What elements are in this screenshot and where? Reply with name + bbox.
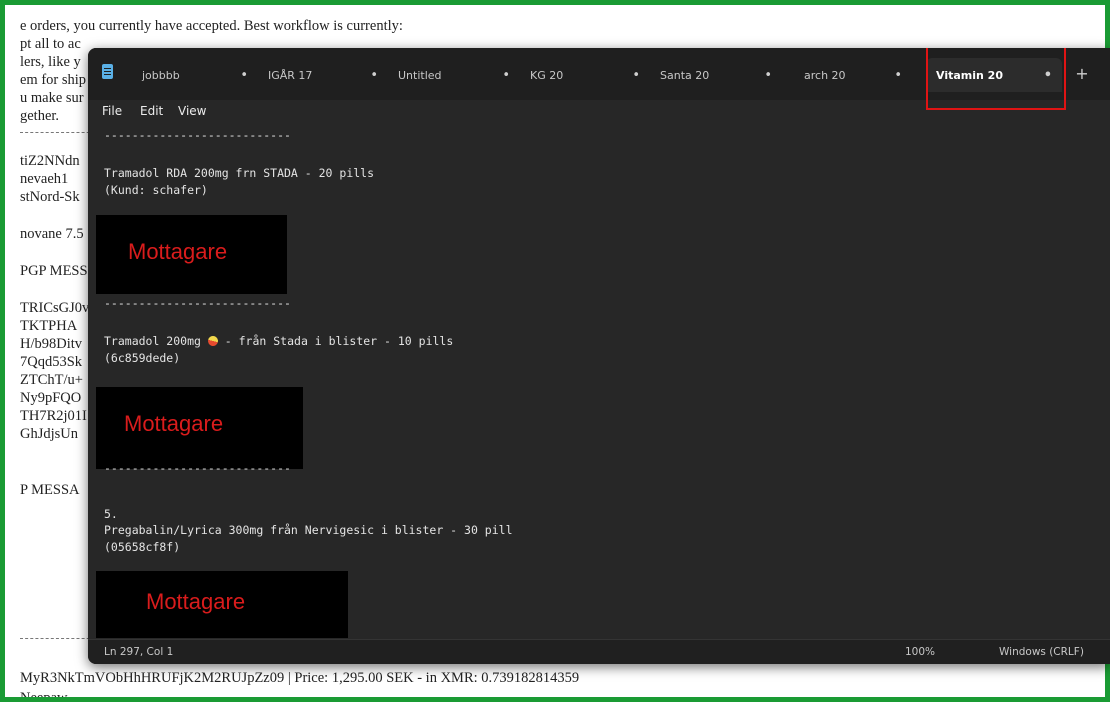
- order-id-line: (6c859dede): [104, 351, 181, 365]
- tab-label: Santa 20: [660, 68, 710, 82]
- background-line: novane 7.5: [20, 226, 84, 242]
- background-line: em for ship: [20, 72, 87, 88]
- menu-edit[interactable]: Edit: [140, 104, 163, 118]
- background-line: e orders, you currently have accepted. B…: [20, 18, 403, 34]
- menu-file[interactable]: File: [102, 104, 122, 118]
- separator-line: ---------------------------: [104, 128, 291, 142]
- background-line: TH7R2j01I: [20, 408, 87, 424]
- redaction-label: Mottagare: [128, 239, 228, 264]
- order-id-line: (05658cf8f): [104, 540, 181, 554]
- redaction-label: Mottagare: [124, 411, 224, 436]
- background-line: Ny9pFQO: [20, 390, 82, 406]
- menu-view[interactable]: View: [178, 104, 206, 118]
- tab-untitled[interactable]: Untitled •: [388, 58, 520, 92]
- unsaved-dot-icon: •: [764, 67, 772, 83]
- tab-label: Untitled: [398, 68, 442, 82]
- background-line: P MESSA: [20, 482, 80, 498]
- redaction-box: Mottagare: [96, 387, 303, 469]
- background-line: TRICsGJ0v: [20, 300, 90, 316]
- unsaved-dot-icon: •: [502, 67, 510, 83]
- tab-arch-20[interactable]: arch 20 •: [782, 58, 912, 92]
- background-line: nevaeh1: [20, 171, 69, 187]
- tab-santa-20[interactable]: Santa 20 •: [650, 58, 782, 92]
- order-text: - från Stada i blister - 10 pills: [217, 334, 454, 348]
- unsaved-dot-icon: •: [632, 67, 640, 83]
- background-line: ZTChT/u+: [20, 372, 83, 388]
- unsaved-dot-icon: •: [370, 67, 378, 83]
- redaction-box: Mottagare: [96, 215, 287, 294]
- text-editor[interactable]: --------------------------- Tramadol RDA…: [88, 125, 1110, 639]
- zoom-level[interactable]: 100%: [905, 646, 935, 658]
- tab-label: KG 20: [530, 68, 564, 82]
- tab-igar-17[interactable]: IGÅR 17 •: [258, 58, 388, 92]
- notepad-app-icon: [102, 64, 113, 79]
- order-line: Tramadol RDA 200mg frn STADA - 20 pills: [104, 166, 375, 180]
- order-line: Pregabalin/Lyrica 300mg från Nervigesic …: [104, 523, 513, 537]
- separator-line: ---------------------------: [104, 296, 291, 310]
- status-bar: Ln 297, Col 1 100% Windows (CRLF): [88, 639, 1110, 664]
- separator-line: ---------------------------: [104, 461, 291, 475]
- background-line: stNord-Sk: [20, 189, 80, 205]
- unsaved-dot-icon: •: [894, 67, 902, 83]
- order-line: Tramadol 200mg - från Stada i blister - …: [104, 334, 453, 349]
- tab-jobbbb[interactable]: jobbbb •: [132, 58, 258, 92]
- new-tab-button[interactable]: +: [1072, 64, 1092, 83]
- order-number: 5.: [104, 507, 118, 521]
- line-ending[interactable]: Windows (CRLF): [999, 646, 1084, 658]
- background-line: PGP MESS: [20, 263, 88, 279]
- background-line: Neepaw: [20, 690, 68, 702]
- background-line: H/b98Ditv: [20, 336, 83, 352]
- background-line: MyR3NkTmVObHhHRUFjK2M2RUJpZz09 | Price: …: [20, 670, 580, 686]
- redaction-label: Mottagare: [146, 589, 246, 614]
- tab-kg-20[interactable]: KG 20 •: [520, 58, 650, 92]
- notepad-window: jobbbb • IGÅR 17 • Untitled • KG 20 • Sa…: [88, 48, 1110, 664]
- order-text: Tramadol 200mg: [104, 334, 208, 348]
- background-line: lers, like y: [20, 54, 81, 70]
- background-line: u make sur: [20, 90, 84, 106]
- background-line: tiZ2NNdn: [20, 153, 80, 169]
- tab-label: IGÅR 17: [268, 68, 313, 82]
- background-line: pt all to ac: [20, 36, 81, 52]
- tab-label: jobbbb: [142, 68, 180, 82]
- highlight-annotation-box: [926, 48, 1066, 110]
- tab-label: arch 20: [804, 68, 846, 82]
- redaction-box: Mottagare: [96, 571, 348, 638]
- background-line: gether.: [20, 108, 60, 124]
- unsaved-dot-icon: •: [240, 67, 248, 83]
- order-id-line: (Kund: schafer): [104, 183, 208, 197]
- background-line: 7Qqd53Sk: [20, 354, 83, 370]
- background-line: GhJdjsUn: [20, 426, 79, 442]
- cursor-position: Ln 297, Col 1: [104, 646, 174, 658]
- background-line: TKTPHA: [20, 318, 78, 334]
